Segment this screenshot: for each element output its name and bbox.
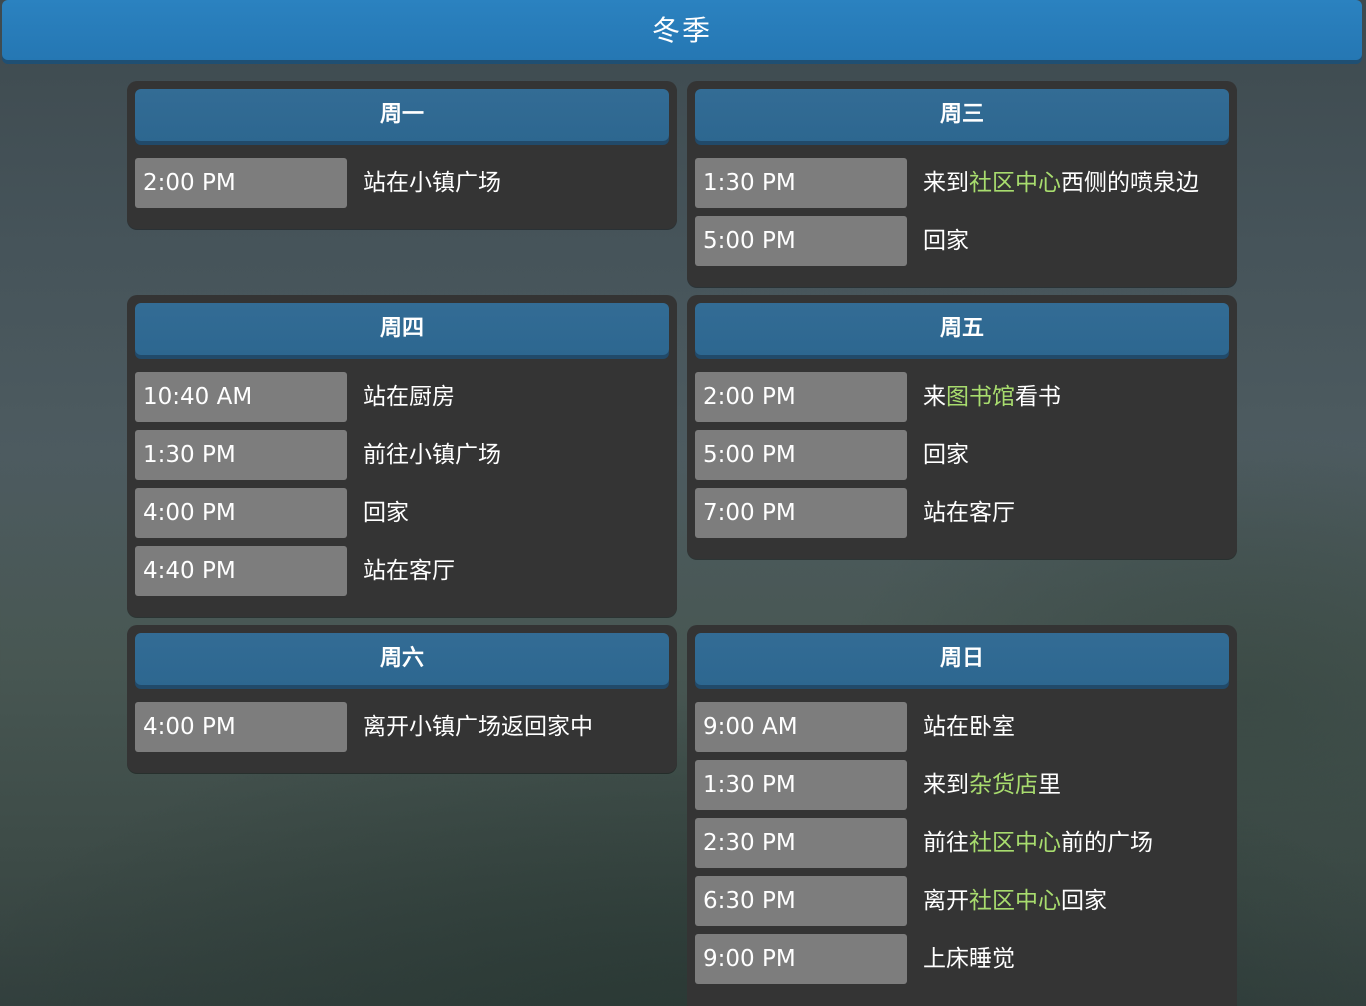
schedule-entry: 2:30 PM 前往社区中心前的广场: [695, 818, 1229, 868]
entry-time: 2:00 PM: [135, 158, 347, 208]
entry-time: 4:40 PM: [135, 546, 347, 596]
activity-text: 西侧的喷泉边: [1061, 170, 1199, 196]
entry-time: 2:30 PM: [695, 818, 907, 868]
schedule-entry: 4:00 PM 离开小镇广场返回家中: [135, 702, 669, 752]
schedule-entry: 7:00 PM 站在客厅: [695, 488, 1229, 538]
schedule-entry: 2:00 PM 来图书馆看书: [695, 372, 1229, 422]
entry-activity: 站在厨房: [363, 372, 455, 422]
activity-text: 前往: [923, 830, 969, 856]
location-highlight: 图书馆: [946, 384, 1015, 410]
day-card-friday: 周五 2:00 PM 来图书馆看书 5:00 PM 回家 7:00 PM 站在客厅: [687, 295, 1237, 559]
day-card-sunday: 周日 9:00 AM 站在卧室 1:30 PM 来到杂货店里 2:30 PM 前往社区中心…: [687, 625, 1237, 1006]
activity-text: 来到: [923, 772, 969, 798]
activity-text: 站在客厅: [923, 500, 1015, 526]
entry-activity: 回家: [923, 216, 969, 266]
day-card-saturday: 周六 4:00 PM 离开小镇广场返回家中: [127, 625, 677, 773]
entry-activity: 离开小镇广场返回家中: [363, 702, 593, 752]
location-highlight: 社区中心: [969, 888, 1061, 914]
entry-activity: 上床睡觉: [923, 934, 1015, 984]
entry-activity: 来到社区中心西侧的喷泉边: [923, 158, 1199, 208]
entry-time: 4:00 PM: [135, 488, 347, 538]
entry-time: 5:00 PM: [695, 430, 907, 480]
activity-text: 回家: [923, 228, 969, 254]
activity-text: 回家: [923, 442, 969, 468]
day-card-monday: 周一 2:00 PM 站在小镇广场: [127, 81, 677, 229]
entry-time: 1:30 PM: [695, 760, 907, 810]
activity-text: 离开小镇广场返回家中: [363, 714, 593, 740]
location-highlight: 杂货店: [969, 772, 1038, 798]
activity-text: 看书: [1015, 384, 1061, 410]
entry-activity: 回家: [923, 430, 969, 480]
day-title-thursday: 周四: [135, 303, 669, 355]
schedule-entry: 1:30 PM 前往小镇广场: [135, 430, 669, 480]
entry-activity: 站在客厅: [923, 488, 1015, 538]
activity-text: 来: [923, 384, 946, 410]
entry-activity: 站在小镇广场: [363, 158, 501, 208]
schedule-entry: 4:40 PM 站在客厅: [135, 546, 669, 596]
entry-activity: 前往社区中心前的广场: [923, 818, 1153, 868]
activity-text: 站在卧室: [923, 714, 1015, 740]
entry-time: 7:00 PM: [695, 488, 907, 538]
activity-text: 离开: [923, 888, 969, 914]
day-title-friday: 周五: [695, 303, 1229, 355]
day-card-thursday: 周四 10:40 AM 站在厨房 1:30 PM 前往小镇广场 4:00 PM 回家 4:4…: [127, 295, 677, 617]
activity-text: 站在小镇广场: [363, 170, 501, 196]
entry-activity: 前往小镇广场: [363, 430, 501, 480]
entry-time: 9:00 PM: [695, 934, 907, 984]
entry-time: 6:30 PM: [695, 876, 907, 926]
activity-text: 站在客厅: [363, 558, 455, 584]
entry-time: 1:30 PM: [135, 430, 347, 480]
activity-text: 回家: [363, 500, 409, 526]
schedule-entry: 10:40 AM 站在厨房: [135, 372, 669, 422]
entry-activity: 站在客厅: [363, 546, 455, 596]
schedule-entry: 6:30 PM 离开社区中心回家: [695, 876, 1229, 926]
entry-time: 1:30 PM: [695, 158, 907, 208]
schedule-entry: 9:00 AM 站在卧室: [695, 702, 1229, 752]
location-highlight: 社区中心: [969, 170, 1061, 196]
day-card-wednesday: 周三 1:30 PM 来到社区中心西侧的喷泉边 5:00 PM 回家: [687, 81, 1237, 287]
entry-time: 9:00 AM: [695, 702, 907, 752]
day-title-wednesday: 周三: [695, 89, 1229, 141]
season-title: 冬季: [2, 0, 1362, 60]
entry-activity: 离开社区中心回家: [923, 876, 1107, 926]
activity-text: 前往小镇广场: [363, 442, 501, 468]
entry-activity: 来图书馆看书: [923, 372, 1061, 422]
activity-text: 来到: [923, 170, 969, 196]
activity-text: 上床睡觉: [923, 946, 1015, 972]
schedule-entry: 5:00 PM 回家: [695, 430, 1229, 480]
schedule-entry: 9:00 PM 上床睡觉: [695, 934, 1229, 984]
activity-text: 站在厨房: [363, 384, 455, 410]
entry-time: 5:00 PM: [695, 216, 907, 266]
entry-time: 10:40 AM: [135, 372, 347, 422]
schedule-entry: 4:00 PM 回家: [135, 488, 669, 538]
entry-activity: 来到杂货店里: [923, 760, 1061, 810]
location-highlight: 社区中心: [969, 830, 1061, 856]
schedule-entry: 2:00 PM 站在小镇广场: [135, 158, 669, 208]
schedule-entry: 1:30 PM 来到杂货店里: [695, 760, 1229, 810]
day-title-saturday: 周六: [135, 633, 669, 685]
entry-activity: 站在卧室: [923, 702, 1015, 752]
schedule-entry: 1:30 PM 来到社区中心西侧的喷泉边: [695, 158, 1229, 208]
activity-text: 回家: [1061, 888, 1107, 914]
activity-text: 里: [1038, 772, 1061, 798]
day-title-monday: 周一: [135, 89, 669, 141]
schedule-entry: 5:00 PM 回家: [695, 216, 1229, 266]
activity-text: 前的广场: [1061, 830, 1153, 856]
entry-time: 4:00 PM: [135, 702, 347, 752]
entry-activity: 回家: [363, 488, 409, 538]
day-title-sunday: 周日: [695, 633, 1229, 685]
entry-time: 2:00 PM: [695, 372, 907, 422]
